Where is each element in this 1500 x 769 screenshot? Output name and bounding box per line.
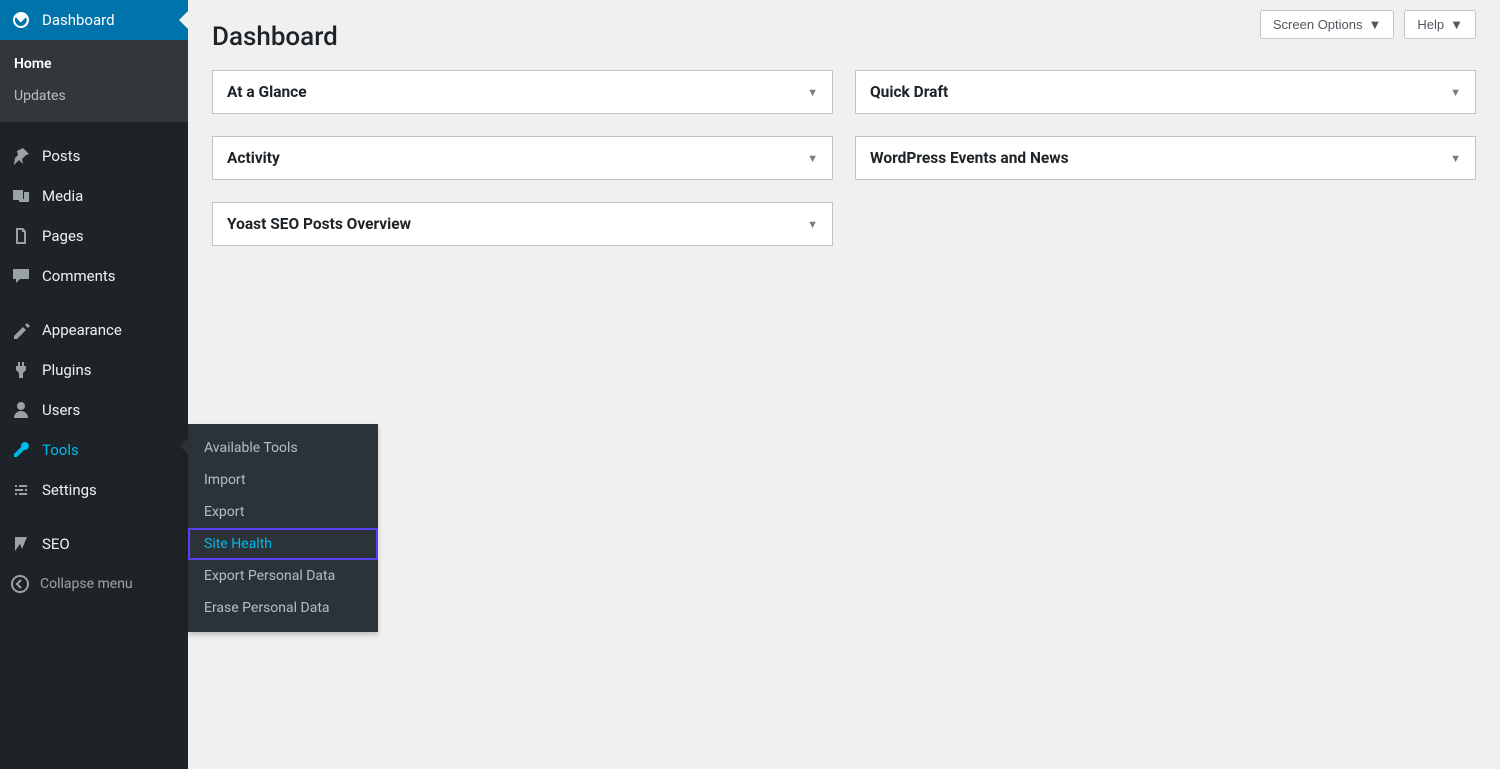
admin-sidebar: Dashboard Home Updates Posts Media Pages [0,0,188,769]
sidebar-item-settings[interactable]: Settings [0,470,188,510]
sidebar-item-label: Media [42,187,83,205]
sidebar-item-plugins[interactable]: Plugins [0,350,188,390]
sidebar-item-label: Comments [42,267,116,285]
sidebar-item-dashboard[interactable]: Dashboard [0,0,188,40]
submenu-item-updates[interactable]: Updates [0,80,188,112]
chevron-down-icon[interactable]: ▼ [807,218,818,231]
sidebar-item-tools[interactable]: Tools [0,430,188,470]
sidebar-item-label: Tools [42,441,79,459]
sidebar-item-seo[interactable]: SEO [0,524,188,564]
sidebar-item-label: Plugins [42,361,91,379]
appearance-icon [10,319,32,341]
collapse-icon [10,574,30,594]
tools-icon [10,439,32,461]
comments-icon [10,265,32,287]
media-icon [10,185,32,207]
pages-icon [10,225,32,247]
metabox-title: WordPress Events and News [870,149,1069,167]
metabox-at-a-glance[interactable]: At a Glance ▼ [212,70,833,114]
sidebar-item-posts[interactable]: Posts [0,136,188,176]
plugins-icon [10,359,32,381]
screen-options-button[interactable]: Screen Options ▼ [1260,10,1394,39]
users-icon [10,399,32,421]
sidebar-item-label: Users [42,401,80,419]
sidebar-item-pages[interactable]: Pages [0,216,188,256]
dashboard-widgets: At a Glance ▼ Activity ▼ Yoast SEO Posts… [212,70,1476,246]
chevron-down-icon[interactable]: ▼ [1450,152,1461,165]
screen-meta-links: Screen Options ▼ Help ▼ [1260,10,1476,39]
dashboard-submenu: Home Updates [0,40,188,122]
sidebar-item-label: Dashboard [42,11,115,29]
settings-icon [10,479,32,501]
metabox-title: At a Glance [227,83,307,101]
help-label: Help [1417,17,1444,32]
metabox-title: Yoast SEO Posts Overview [227,215,411,233]
sidebar-item-media[interactable]: Media [0,176,188,216]
collapse-menu-button[interactable]: Collapse menu [0,564,188,604]
metabox-title: Quick Draft [870,83,948,101]
sidebar-item-label: Appearance [42,321,122,339]
dashboard-icon [10,9,32,31]
metabox-yoast-overview[interactable]: Yoast SEO Posts Overview ▼ [212,202,833,246]
chevron-down-icon: ▼ [1369,17,1382,32]
sidebar-item-label: Settings [42,481,97,499]
sidebar-item-users[interactable]: Users [0,390,188,430]
metabox-activity[interactable]: Activity ▼ [212,136,833,180]
sidebar-item-label: Pages [42,227,84,245]
metabox-title: Activity [227,149,280,167]
main-content: Screen Options ▼ Help ▼ Dashboard At a G… [188,0,1500,769]
sidebar-item-appearance[interactable]: Appearance [0,310,188,350]
metabox-events-news[interactable]: WordPress Events and News ▼ [855,136,1476,180]
metabox-quick-draft[interactable]: Quick Draft ▼ [855,70,1476,114]
collapse-label: Collapse menu [40,576,133,592]
chevron-down-icon: ▼ [1450,17,1463,32]
chevron-down-icon[interactable]: ▼ [807,152,818,165]
pin-icon [10,145,32,167]
widgets-column-left: At a Glance ▼ Activity ▼ Yoast SEO Posts… [212,70,833,246]
sidebar-item-comments[interactable]: Comments [0,256,188,296]
sidebar-item-label: SEO [42,535,70,553]
help-button[interactable]: Help ▼ [1404,10,1476,39]
widgets-column-right: Quick Draft ▼ WordPress Events and News … [855,70,1476,246]
yoast-icon [10,533,32,555]
screen-options-label: Screen Options [1273,17,1363,32]
submenu-item-home[interactable]: Home [0,48,188,80]
sidebar-item-label: Posts [42,147,80,165]
chevron-down-icon[interactable]: ▼ [807,86,818,99]
chevron-down-icon[interactable]: ▼ [1450,86,1461,99]
